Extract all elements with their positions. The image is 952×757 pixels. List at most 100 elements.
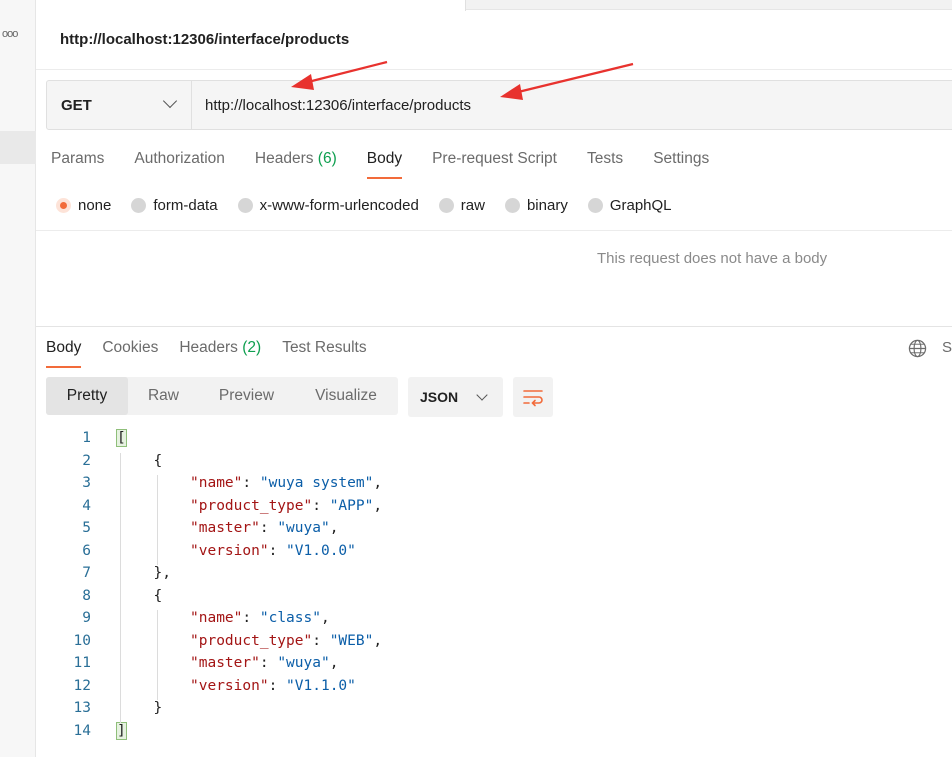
code-text: "product_type": "WEB",	[190, 633, 382, 649]
view-mode-preview[interactable]: Preview	[199, 377, 294, 415]
code-text: "master": "wuya",	[190, 655, 338, 671]
json-key: "name"	[190, 475, 243, 491]
active-request-tab[interactable]	[36, 0, 466, 11]
json-punctuation: :	[312, 632, 330, 649]
radio-label: none	[78, 197, 112, 214]
chevron-down-icon	[476, 389, 488, 401]
code-line: 14]	[46, 721, 946, 746]
radio-label: GraphQL	[609, 197, 672, 214]
line-number: 14	[73, 722, 91, 739]
json-key: "product_type"	[190, 632, 313, 649]
body-type-options: none form-data x-www-form-urlencoded raw bin…	[56, 197, 692, 214]
tab-label: Pre-request Script	[432, 150, 557, 167]
request-tab-settings[interactable]: Settings	[653, 150, 709, 180]
radio-label: form-data	[153, 197, 218, 214]
view-mode-pretty[interactable]: Pretty	[46, 377, 128, 415]
line-number: 5	[82, 520, 91, 536]
body-type-raw[interactable]: raw	[438, 197, 485, 214]
radio-button[interactable]	[438, 198, 454, 213]
code-text: [	[116, 429, 127, 447]
json-string: "wuya"	[277, 655, 330, 671]
line-number: 9	[82, 610, 91, 626]
json-string: "wuya"	[277, 520, 330, 536]
left-sidebar: ooo	[0, 0, 36, 757]
json-punctuation: [	[116, 429, 127, 447]
request-title[interactable]: http://localhost:12306/interface/product…	[60, 31, 349, 48]
response-tab-cookies[interactable]: Cookies	[102, 339, 158, 369]
request-tab-authorization[interactable]: Authorization	[134, 150, 224, 180]
globe-icon[interactable]	[908, 339, 927, 358]
format-label: JSON	[420, 389, 459, 405]
request-tab-params[interactable]: Params	[51, 150, 104, 180]
view-mode-raw[interactable]: Raw	[128, 377, 199, 415]
method-select[interactable]: GET	[47, 81, 192, 129]
radio-button[interactable]	[504, 198, 520, 213]
request-tab-headers[interactable]: Headers (6)	[255, 150, 337, 180]
code-text: {	[154, 453, 163, 469]
body-type-none[interactable]: none	[56, 197, 111, 214]
json-string: "V1.0.0"	[286, 542, 356, 559]
code-text: }	[154, 700, 163, 716]
json-punctuation: ,	[373, 632, 383, 649]
wrap-lines-button[interactable]	[513, 377, 553, 417]
wrap-lines-icon	[523, 390, 543, 407]
request-tab-pre-request-script[interactable]: Pre-request Script	[432, 150, 557, 180]
json-key: "master"	[190, 520, 260, 536]
request-tab-tests[interactable]: Tests	[587, 150, 623, 180]
radio-label: x-www-form-urlencoded	[259, 197, 419, 214]
request-tab-body[interactable]: Body	[366, 150, 403, 180]
json-punctuation: :	[268, 677, 287, 694]
line-number: 1	[82, 430, 91, 446]
radio-button[interactable]	[56, 198, 71, 213]
more-dots-icon[interactable]: ooo	[2, 28, 18, 40]
tab-label: Headers	[179, 339, 238, 356]
body-type-x-www-form-urlencoded[interactable]: x-www-form-urlencoded	[237, 197, 419, 214]
view-mode-visualize[interactable]: Visualize	[294, 377, 398, 415]
code-text: "product_type": "APP",	[190, 498, 382, 514]
json-string: "APP"	[329, 497, 374, 514]
line-number: 10	[73, 632, 91, 649]
body-type-graphql[interactable]: GraphQL	[587, 197, 672, 214]
json-punctuation: :	[259, 520, 278, 536]
json-key: "product_type"	[190, 497, 313, 514]
response-divider[interactable]	[36, 326, 952, 327]
url-input[interactable]: http://localhost:12306/interface/product…	[192, 81, 471, 129]
json-punctuation: ,	[373, 497, 383, 514]
json-punctuation: :	[242, 475, 260, 491]
radio-button[interactable]	[587, 198, 603, 213]
json-string: "V1.1.0"	[286, 677, 356, 694]
tab-label: Cookies	[102, 339, 159, 356]
radio-button[interactable]	[131, 198, 147, 213]
code-text: ]	[116, 721, 127, 740]
format-select[interactable]: JSON	[408, 377, 503, 417]
code-text: "name": "wuya system",	[190, 475, 382, 491]
code-line: 9 "name": "class",	[46, 610, 946, 633]
json-punctuation: ,	[373, 475, 383, 491]
header-divider	[36, 69, 952, 70]
json-punctuation: {	[153, 452, 163, 469]
sidebar-selected-item[interactable]	[0, 131, 36, 164]
body-type-binary[interactable]: binary	[504, 197, 568, 214]
json-key: "master"	[190, 655, 260, 671]
tab-label: Body	[46, 339, 82, 356]
code-line: 5 "master": "wuya",	[46, 520, 946, 543]
radio-button[interactable]	[237, 198, 253, 213]
tab-count-badge: (6)	[313, 150, 337, 167]
json-punctuation: }	[153, 700, 163, 716]
save-response-button[interactable]: S	[942, 339, 952, 356]
line-number: 3	[82, 475, 91, 491]
body-type-divider	[36, 230, 952, 231]
response-tab-test-results[interactable]: Test Results	[282, 339, 366, 369]
tab-label: Tests	[587, 150, 624, 167]
code-line: 10 "product_type": "WEB",	[46, 633, 946, 656]
response-tab-body[interactable]: Body	[46, 339, 82, 369]
body-type-form-data[interactable]: form-data	[131, 197, 218, 214]
method-label: GET	[61, 96, 92, 114]
code-line: 1[	[46, 429, 946, 453]
code-text: "version": "V1.0.0"	[190, 543, 356, 559]
tab-label: Body	[366, 150, 403, 167]
tab-label: Test Results	[282, 339, 367, 356]
response-tab-headers[interactable]: Headers (2)	[179, 339, 261, 369]
line-number: 12	[73, 677, 91, 694]
line-number: 6	[82, 542, 91, 559]
